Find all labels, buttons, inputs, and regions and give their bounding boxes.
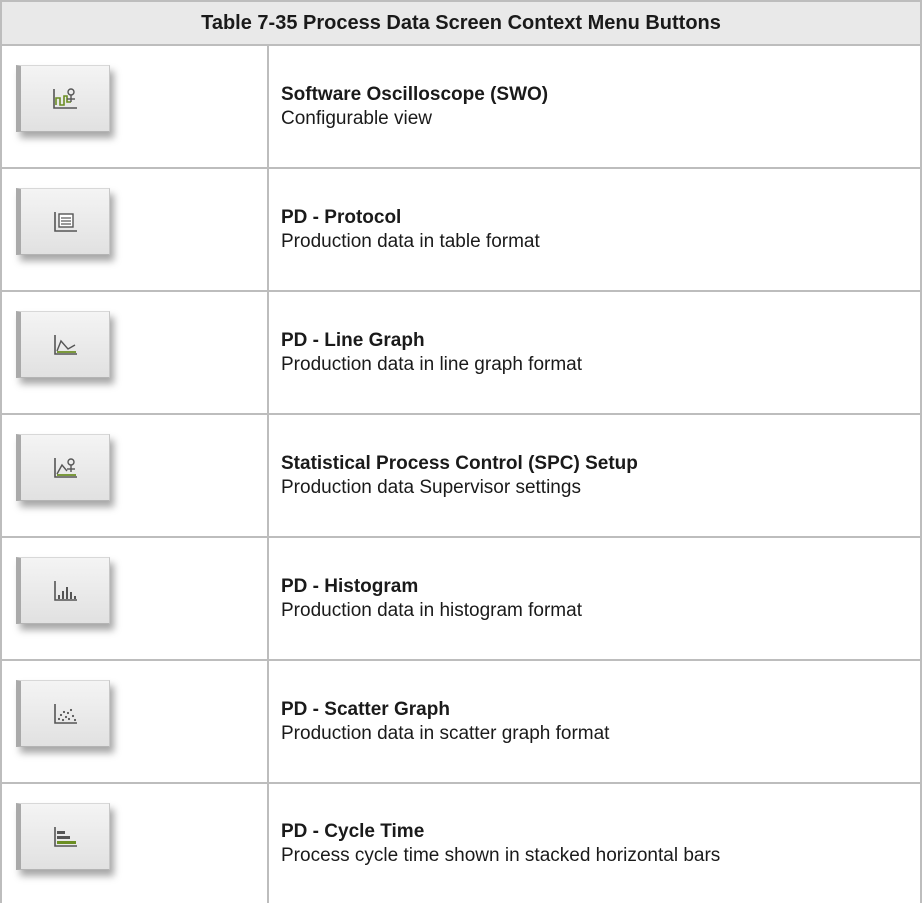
cycle-time-button[interactable] <box>16 803 110 870</box>
row-description: Production data in scatter graph format <box>281 722 610 744</box>
spc-setup-button[interactable] <box>16 434 110 501</box>
row-title: PD - Protocol <box>281 206 402 228</box>
row-title: PD - Line Graph <box>281 329 425 351</box>
row-title: PD - Histogram <box>281 575 419 597</box>
table-row: Statistical Process Control (SPC) Setup … <box>2 415 920 538</box>
scatter-graph-button[interactable] <box>16 680 110 747</box>
row-description: Production data in line graph format <box>281 353 583 375</box>
scatter-graph-icon <box>54 703 77 724</box>
protocol-table-icon <box>54 211 77 232</box>
context-menu-buttons-table: Table 7-35 Process Data Screen Context M… <box>0 0 922 903</box>
oscilloscope-button[interactable] <box>16 65 110 132</box>
row-title: PD - Cycle Time <box>281 820 425 842</box>
row-title: Software Oscilloscope (SWO) <box>281 83 549 105</box>
histogram-button[interactable] <box>16 557 110 624</box>
table-row: PD - Cycle Time Process cycle time shown… <box>2 784 920 903</box>
line-graph-button[interactable] <box>16 311 110 378</box>
table-row: Software Oscilloscope (SWO) Configurable… <box>2 46 920 169</box>
row-title: Statistical Process Control (SPC) Setup <box>281 452 638 474</box>
row-description: Production data in histogram format <box>281 599 582 621</box>
histogram-icon <box>54 580 77 601</box>
row-description: Process cycle time shown in stacked hori… <box>281 844 721 866</box>
row-description: Configurable view <box>281 107 433 129</box>
row-description: Production data in table format <box>281 230 540 252</box>
cycle-time-icon <box>54 826 77 847</box>
row-title: PD - Scatter Graph <box>281 698 450 720</box>
spc-setup-icon <box>54 457 77 478</box>
table-row: PD - Histogram Production data in histog… <box>2 538 920 661</box>
row-description: Production data Supervisor settings <box>281 476 581 498</box>
line-graph-icon <box>54 334 77 355</box>
oscilloscope-icon <box>53 87 77 109</box>
table-row: PD - Scatter Graph Production data in sc… <box>2 661 920 784</box>
table-row: PD - Protocol Production data in table f… <box>2 169 920 292</box>
table-caption: Table 7-35 Process Data Screen Context M… <box>2 0 920 46</box>
protocol-button[interactable] <box>16 188 110 255</box>
table-row: PD - Line Graph Production data in line … <box>2 292 920 415</box>
